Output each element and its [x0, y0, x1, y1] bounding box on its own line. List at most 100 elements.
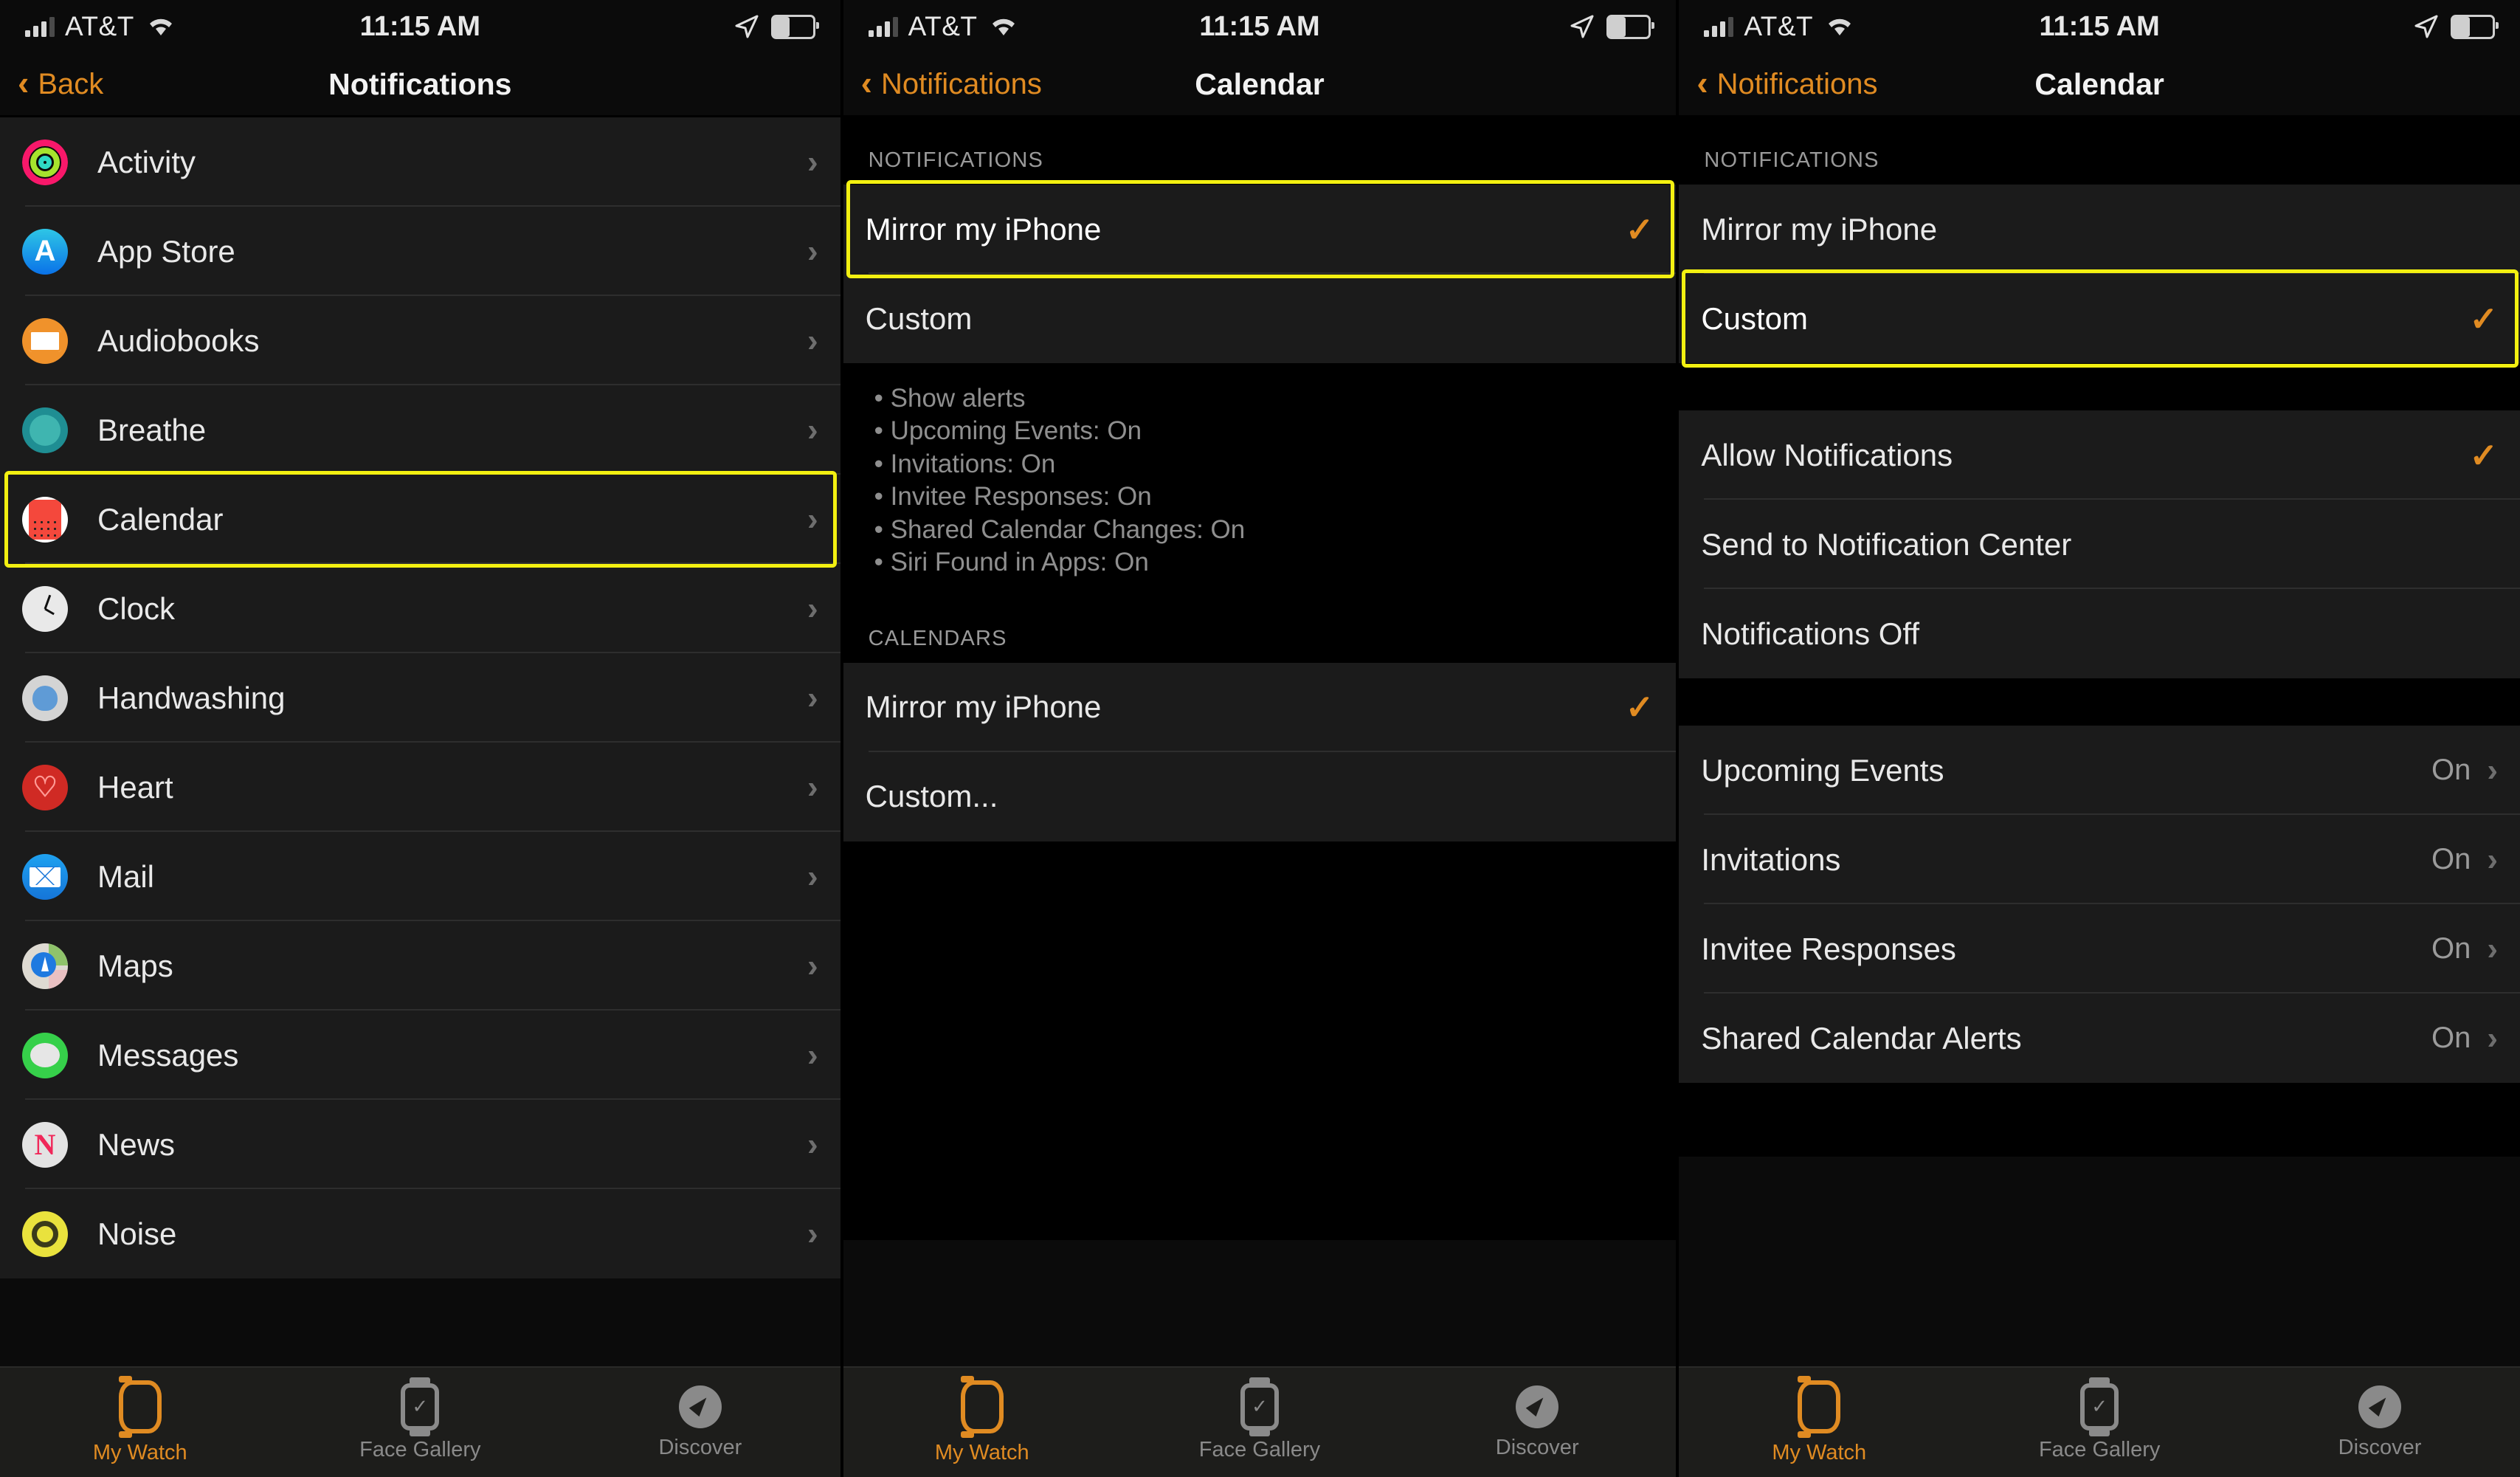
detail-upcoming-events[interactable]: Upcoming Events On › [1679, 726, 2520, 815]
row-label: Invitee Responses [1701, 931, 1956, 966]
tab-discover-1[interactable]: Discover [560, 1368, 840, 1477]
tab-label-face-gallery-2: Face Gallery [1198, 1437, 1321, 1461]
alert-style-allow-notifications[interactable]: Allow Notifications ✓ [1679, 410, 2520, 500]
app-row-label: Messages [97, 1037, 239, 1073]
chevron-right-icon: › [807, 322, 818, 359]
chevron-right-icon: › [807, 768, 818, 805]
chevron-right-icon: › [2487, 930, 2498, 967]
tab-bar-3: My Watch ✓ Face Gallery Discover [1679, 1366, 2520, 1477]
back-label-2: Notifications [880, 67, 1042, 100]
app-row-calendar[interactable]: Calendar › [0, 475, 840, 564]
alert-style-send-to-notification-center[interactable]: Send to Notification Center [1679, 500, 2520, 589]
tab-my-watch-3[interactable]: My Watch [1679, 1368, 1959, 1477]
breathe-icon [22, 407, 68, 453]
checkmark-icon: ✓ [1625, 688, 1654, 727]
battery-icon [1606, 14, 1655, 39]
notif-mode-custom[interactable]: Custom [843, 274, 1677, 363]
tab-face-gallery-1[interactable]: ✓ Face Gallery [280, 1368, 561, 1477]
tab-label-face-gallery-3: Face Gallery [2038, 1437, 2161, 1461]
tab-face-gallery-2[interactable]: ✓ Face Gallery [1121, 1368, 1398, 1477]
checkmark-icon: ✓ [1625, 210, 1654, 249]
heart-icon: ♡ [22, 764, 68, 810]
chevron-right-icon: › [2487, 751, 2498, 788]
calendar-option-mirror-my-iphone[interactable]: Mirror my iPhone ✓ [843, 662, 1677, 752]
panel-calendar-mirror: AT&T 11:15 AM ‹ Notifications Calendar N… [840, 0, 1677, 1477]
notif-mode-mirror-my-iphone[interactable]: Mirror my iPhone ✓ [843, 185, 1677, 274]
app-row-app-store[interactable]: A App Store › [0, 207, 840, 296]
row-label: Upcoming Events [1701, 752, 1944, 788]
watch-face-icon: ✓ [401, 1377, 440, 1436]
empty-area-3 [1679, 1083, 2520, 1157]
cellular-bars-icon [25, 16, 55, 37]
checkmark-icon: ✓ [2469, 299, 2498, 338]
back-label-3: Notifications [1716, 67, 1878, 100]
chevron-right-icon: › [807, 1215, 818, 1252]
row-value: On [2431, 1022, 2471, 1054]
detail-invitations[interactable]: Invitations On › [1679, 815, 2520, 904]
status-bar-1: AT&T 11:15 AM [0, 0, 840, 53]
wifi-icon [149, 18, 172, 35]
app-row-activity[interactable]: Activity › [0, 117, 840, 207]
app-row-heart[interactable]: ♡ Heart › [0, 743, 840, 832]
app-row-news[interactable]: N News › [0, 1100, 840, 1189]
screenshot-triptych: AT&T 11:15 AM ‹ Back Notifications Activ… [0, 0, 2520, 1477]
app-row-breathe[interactable]: Breathe › [0, 385, 840, 475]
detail-invitee-responses[interactable]: Invitee Responses On › [1679, 904, 2520, 994]
notif-mode-mirror-my-iphone[interactable]: Mirror my iPhone [1679, 185, 2520, 274]
chevron-right-icon: › [807, 500, 818, 537]
tab-discover-3[interactable]: Discover [2240, 1368, 2520, 1477]
app-row-label: Activity [97, 144, 196, 179]
app-row-mail[interactable]: Mail › [0, 832, 840, 921]
row-value: On [2431, 932, 2471, 965]
section-header-calendars-2: CALENDARS [843, 601, 1677, 663]
battery-icon [2450, 14, 2499, 39]
back-button-1[interactable]: ‹ Back [18, 66, 104, 101]
back-button-3[interactable]: ‹ Notifications [1696, 63, 1878, 102]
tab-face-gallery-3[interactable]: ✓ Face Gallery [1959, 1368, 2240, 1477]
calendars-list-2: Mirror my iPhone ✓ Custom... [843, 662, 1677, 841]
row-value: On [2431, 754, 2471, 786]
watch-face-icon: ✓ [1240, 1377, 1279, 1436]
back-button-2[interactable]: ‹ Notifications [861, 66, 1042, 101]
carrier-label: AT&T [65, 11, 134, 41]
tab-discover-2[interactable]: Discover [1398, 1368, 1676, 1477]
section-header-notifications-2: NOTIFICATIONS [843, 117, 1677, 185]
calendar-option-custom[interactable]: Custom... [843, 751, 1677, 841]
tab-my-watch-1[interactable]: My Watch [0, 1368, 280, 1477]
notif-mode-custom[interactable]: Custom ✓ [1679, 274, 2520, 363]
app-row-noise[interactable]: Noise › [0, 1189, 840, 1278]
app-notification-list: Activity › A App Store › Audiobooks › Breathe › C… [0, 117, 840, 1278]
detail-shared-calendar-alerts[interactable]: Shared Calendar Alerts On › [1679, 994, 2520, 1083]
compass-icon [2358, 1385, 2402, 1428]
clock-icon [22, 585, 68, 632]
tab-label-discover-2: Discover [1495, 1435, 1579, 1459]
watch-face-icon: ✓ [2080, 1377, 2119, 1436]
nav-bar-3: ‹ Notifications Calendar [1679, 53, 2520, 115]
app-row-maps[interactable]: Maps › [0, 921, 840, 1011]
app-row-label: News [97, 1126, 176, 1162]
app-row-label: Maps [97, 948, 173, 983]
cellular-bars-icon [1704, 16, 1734, 37]
tab-label-my-watch-2: My Watch [934, 1440, 1029, 1464]
bullet-item-2: • Invitations: On [874, 449, 1056, 478]
news-icon: N [22, 1121, 68, 1168]
app-row-messages[interactable]: Messages › [0, 1011, 840, 1100]
chevron-right-icon: › [807, 411, 818, 448]
chevron-right-icon: › [807, 233, 818, 269]
tab-label-my-watch-1: My Watch [92, 1440, 187, 1464]
app-row-label: Calendar [97, 501, 224, 537]
back-label-1: Back [38, 67, 104, 100]
carrier-label-2: AT&T [908, 11, 978, 41]
apple-watch-icon [118, 1375, 162, 1438]
app-row-audiobooks[interactable]: Audiobooks › [0, 296, 840, 385]
app-row-handwashing[interactable]: Handwashing › [0, 653, 840, 743]
app-row-clock[interactable]: Clock › [0, 564, 840, 653]
row-label: Custom... [865, 779, 998, 814]
chevron-left-icon: ‹ [1696, 63, 1708, 102]
alert-style-notifications-off[interactable]: Notifications Off [1679, 589, 2520, 678]
tab-my-watch-2[interactable]: My Watch [843, 1368, 1121, 1477]
chevron-right-icon: › [807, 947, 818, 984]
status-bar-left-2: AT&T [868, 11, 1021, 42]
location-arrow-icon [735, 15, 759, 38]
row-label: Shared Calendar Alerts [1701, 1020, 2022, 1056]
